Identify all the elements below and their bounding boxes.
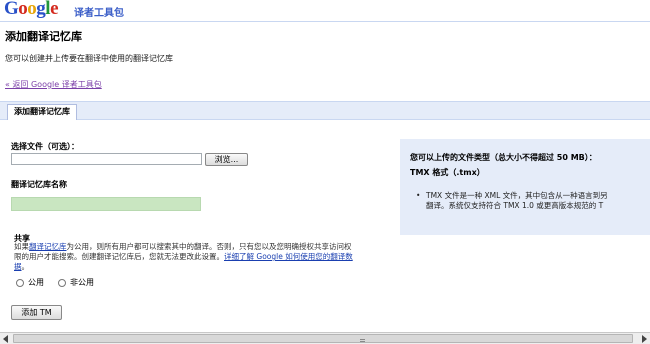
public-radio-label: 公用	[28, 278, 44, 287]
file-path-input[interactable]	[11, 153, 202, 165]
header-divider	[0, 21, 650, 22]
product-name: 译者工具包	[74, 8, 124, 19]
private-radio-label: 非公用	[70, 278, 94, 287]
public-radio[interactable]	[16, 278, 24, 287]
info-bullet: TMX 文件是一种 XML 文件，其中包含从一种语言到另 翻译。系统仅支持符合 …	[416, 191, 608, 211]
page-title: 添加翻译记忆库	[5, 30, 82, 43]
info-subtitle: TMX 格式（.tmx）	[410, 168, 485, 177]
browse-button[interactable]: 浏览...	[205, 153, 248, 166]
file-label: 选择文件（可选）：	[11, 142, 79, 151]
back-link[interactable]: « 返回 Google 译者工具包	[5, 79, 102, 90]
tm-name-input[interactable]	[11, 197, 201, 211]
add-tm-button[interactable]: 添加 TM	[11, 305, 62, 320]
tm-name-label: 翻译记忆库名称	[11, 180, 67, 189]
scroll-grip-icon	[360, 339, 365, 342]
scroll-thumb[interactable]	[13, 334, 633, 343]
horizontal-scrollbar[interactable]	[0, 332, 650, 344]
scroll-right-icon[interactable]	[642, 335, 647, 343]
tab-add-translation-memory[interactable]: 添加翻译记忆库	[7, 104, 77, 120]
share-description: 如果翻译记忆库为公用，则所有用户都可以搜索其中的翻译。否则，只有您以及您明确授权…	[14, 242, 353, 271]
header: Google 译者工具包	[0, 0, 650, 22]
share-options: 公用 非公用	[16, 277, 94, 288]
scroll-left-icon[interactable]	[3, 335, 8, 343]
tab-bar: 添加翻译记忆库	[0, 101, 650, 120]
google-logo[interactable]: Google	[4, 0, 58, 19]
page-subtitle: 您可以创建并上传要在翻译中使用的翻译记忆库	[5, 54, 173, 63]
info-box: 您可以上传的文件类型（总大小不得超过 50 MB）： TMX 格式（.tmx） …	[400, 139, 650, 235]
private-radio[interactable]	[58, 278, 66, 287]
info-title: 您可以上传的文件类型（总大小不得超过 50 MB）：	[410, 153, 597, 162]
tm-link[interactable]: 翻译记忆库	[29, 242, 67, 251]
